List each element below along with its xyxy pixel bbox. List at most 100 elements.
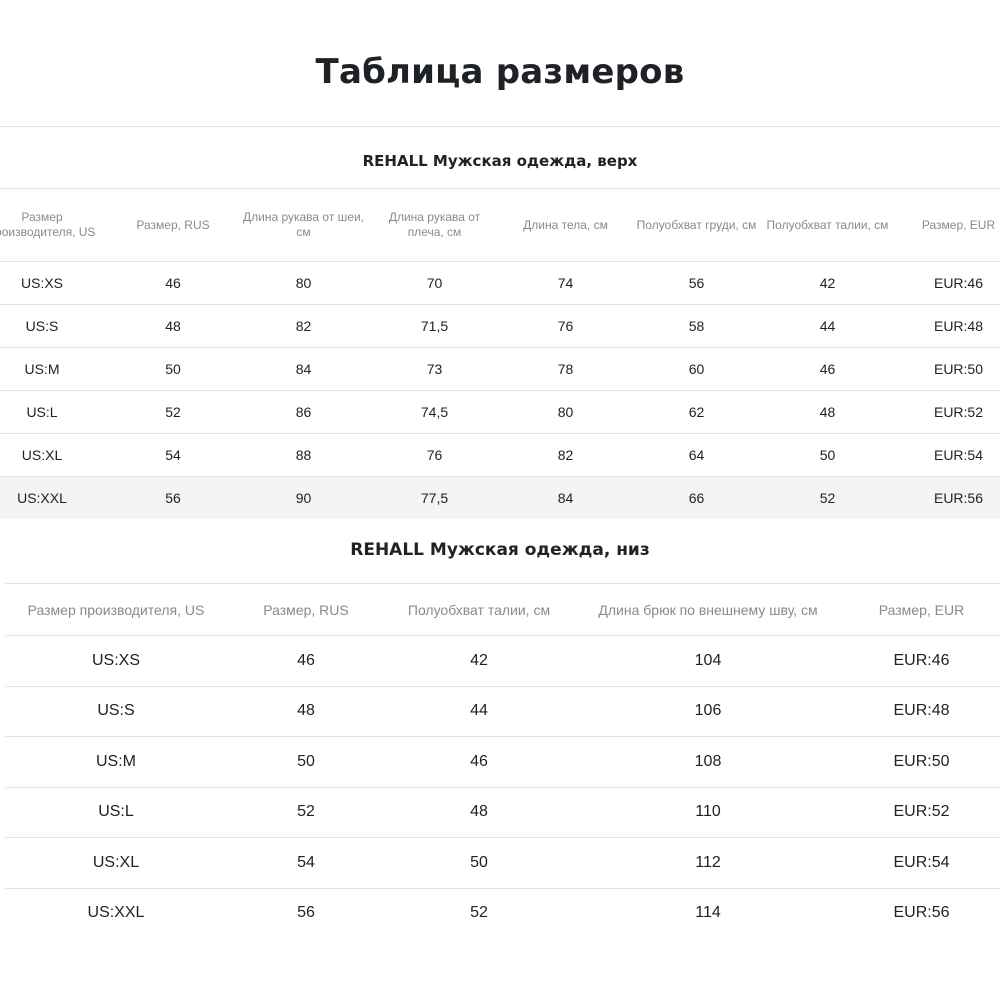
- table-cell: US:XXL: [87, 904, 145, 922]
- header-cell: Полуобхват талии, см: [385, 583, 573, 636]
- table-cell: 114: [695, 904, 721, 922]
- header-cell: Полуобхват груди, см: [631, 188, 762, 262]
- table-cell: 48: [227, 686, 385, 737]
- table-cell: EUR:54: [843, 837, 1000, 889]
- table-cell: EUR:52: [843, 787, 1000, 838]
- table-cell: 88: [238, 433, 369, 477]
- table-cell: EUR:50: [843, 736, 1000, 788]
- table-cell: 106: [573, 686, 843, 737]
- top-header-row: Размер производителя, US Размер, RUS Дли…: [0, 188, 1000, 262]
- header-cell: Длина тела, см: [500, 188, 631, 262]
- header-cell: Длина рукава от плеча, см: [369, 188, 500, 262]
- table-cell: 74: [500, 261, 631, 305]
- table-cell: 42: [385, 635, 573, 687]
- table-cell: 52: [470, 904, 488, 922]
- title-divider: [0, 126, 1000, 127]
- bottom-section-title: REHALL Мужская одежда, низ: [350, 540, 650, 560]
- table-cell: 44: [385, 686, 573, 737]
- bottom-size-table: Размер производителя, US Размер, RUS Пол…: [5, 583, 1000, 938]
- table-cell: EUR:50: [893, 347, 1000, 391]
- table-cell: 108: [573, 736, 843, 788]
- bottom-header-row: Размер производителя, US Размер, RUS Пол…: [5, 583, 1000, 636]
- table-cell: 52: [108, 390, 238, 434]
- table-cell: 42: [762, 261, 893, 305]
- table-cell: EUR:48: [893, 304, 1000, 348]
- table-cell: 50: [762, 433, 893, 477]
- table-row: US:XS 46 42 104 EUR:46: [5, 635, 1000, 687]
- table-cell: 80: [238, 261, 369, 305]
- table-row: US:M 50 46 108 EUR:50: [5, 736, 1000, 788]
- table-cell: 71,5: [369, 304, 500, 348]
- table-cell: 50: [108, 347, 238, 391]
- table-cell: 48: [762, 390, 893, 434]
- table-row: US:L 52 86 74,5 80 62 48 EUR:52: [0, 390, 1000, 434]
- header-cell: Размер, EUR: [893, 188, 1000, 262]
- top-size-table: Размер производителя, US Размер, RUS Дли…: [0, 188, 1000, 519]
- table-cell: 74,5: [369, 390, 500, 434]
- table-cell: EUR:52: [893, 390, 1000, 434]
- table-cell: 86: [238, 390, 369, 434]
- header-cell: Размер, EUR: [843, 583, 1000, 636]
- table-cell: 52: [762, 476, 893, 519]
- table-cell: US:L: [5, 787, 227, 838]
- table-cell: 90: [238, 476, 369, 519]
- table-cell: 110: [573, 787, 843, 838]
- table-row: US:M 50 84 73 78 60 46 EUR:50: [0, 347, 1000, 391]
- table-cell: 62: [631, 390, 762, 434]
- header-cell: Длина брюк по внешнему шву, см: [573, 583, 843, 636]
- table-cell: EUR:56: [893, 476, 1000, 519]
- table-cell: 76: [500, 304, 631, 348]
- table-cell: 48: [385, 787, 573, 838]
- header-cell: Размер производителя, US: [0, 188, 108, 262]
- table-cell: 44: [762, 304, 893, 348]
- table-row: US:S 48 44 106 EUR:48: [5, 686, 1000, 737]
- table-cell: 50: [385, 837, 573, 889]
- header-cell: Размер, RUS: [108, 188, 238, 262]
- table-cell: US:S: [5, 686, 227, 737]
- table-cell: 112: [573, 837, 843, 889]
- table-row: US:XXL 56 52 114 EUR:56: [5, 888, 1000, 938]
- table-cell: US:L: [0, 390, 108, 434]
- table-cell: US:XS: [5, 635, 227, 687]
- table-cell: EUR:46: [843, 635, 1000, 687]
- table-cell: 70: [369, 261, 500, 305]
- page-title: Таблица размеров: [315, 52, 685, 92]
- table-cell: 52: [227, 787, 385, 838]
- table-cell: 48: [108, 304, 238, 348]
- table-cell: 50: [227, 736, 385, 788]
- table-cell: 77,5: [369, 476, 500, 519]
- table-cell: 46: [762, 347, 893, 391]
- header-cell: Полуобхват талии, см: [762, 188, 893, 262]
- table-row: US:L 52 48 110 EUR:52: [5, 787, 1000, 838]
- table-cell: 66: [631, 476, 762, 519]
- table-cell: EUR:48: [843, 686, 1000, 737]
- table-row: US:XS 46 80 70 74 56 42 EUR:46: [0, 261, 1000, 305]
- table-cell: 46: [108, 261, 238, 305]
- table-row: US:S 48 82 71,5 76 58 44 EUR:48: [0, 304, 1000, 348]
- table-cell: 82: [500, 433, 631, 477]
- table-cell: US:XL: [0, 433, 108, 477]
- table-cell: 54: [227, 837, 385, 889]
- table-cell: US:XS: [0, 261, 108, 305]
- table-cell: 46: [385, 736, 573, 788]
- table-cell: EUR:54: [893, 433, 1000, 477]
- table-cell: 76: [369, 433, 500, 477]
- table-row: US:XL 54 88 76 82 64 50 EUR:54: [0, 433, 1000, 477]
- table-cell: US:S: [0, 304, 108, 348]
- table-cell: 60: [631, 347, 762, 391]
- table-cell: 80: [500, 390, 631, 434]
- table-cell: 56: [297, 904, 315, 922]
- table-cell: US:M: [5, 736, 227, 788]
- table-cell: 46: [227, 635, 385, 687]
- table-cell: US:M: [0, 347, 108, 391]
- table-cell: 64: [631, 433, 762, 477]
- table-cell: EUR:56: [893, 904, 950, 922]
- table-cell: US:XXL: [0, 476, 108, 519]
- header-cell: Длина рукава от шеи, см: [238, 188, 369, 262]
- table-cell: 56: [108, 476, 238, 519]
- table-cell: 84: [500, 476, 631, 519]
- table-cell: 56: [631, 261, 762, 305]
- table-row: US:XL 54 50 112 EUR:54: [5, 837, 1000, 889]
- table-cell: US:XL: [5, 837, 227, 889]
- table-cell: 82: [238, 304, 369, 348]
